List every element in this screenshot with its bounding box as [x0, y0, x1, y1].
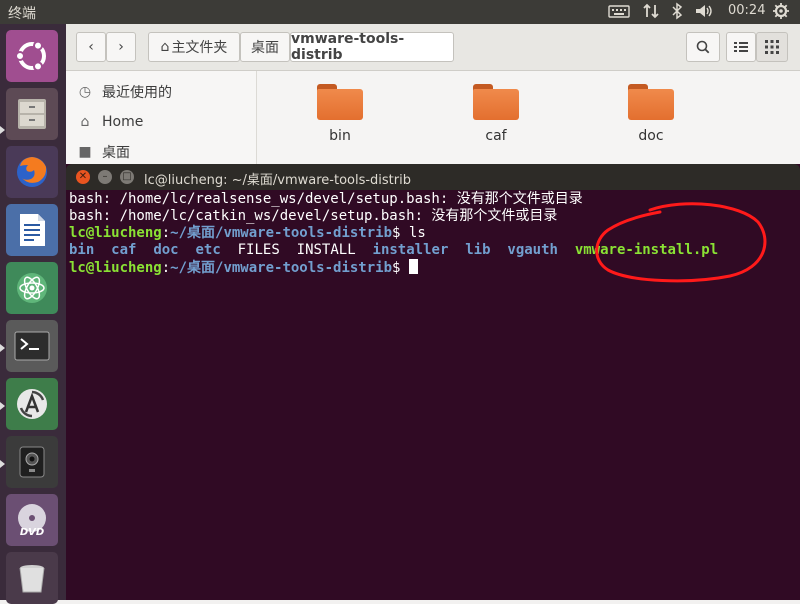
list-view-icon — [734, 42, 748, 52]
prompt-user: lc@liucheng — [69, 225, 162, 241]
terminal-titlebar[interactable]: ✕ – □ lc@liucheng: ~/桌面/vmware-tools-dis… — [66, 164, 800, 190]
forward-button[interactable]: › — [106, 32, 136, 62]
running-indicator — [0, 126, 5, 134]
breadcrumb-desktop[interactable]: 桌面 — [240, 32, 290, 62]
folder-item-caf[interactable]: caf — [451, 84, 541, 144]
maximize-icon: □ — [122, 171, 132, 182]
minimize-button[interactable]: – — [98, 170, 112, 184]
breadcrumb-home[interactable]: ⌂ 主文件夹 — [148, 32, 240, 62]
ls-entry: lib — [465, 242, 491, 258]
folder-item-doc[interactable]: doc — [606, 84, 696, 144]
grid-view-button[interactable] — [756, 32, 788, 62]
clock[interactable]: 00:24 — [728, 3, 765, 18]
ubuntu-logo-icon[interactable] — [6, 30, 58, 82]
running-indicator — [0, 344, 5, 352]
red-circle-annotation — [595, 202, 767, 283]
top-panel: 终端 00:24 — [0, 0, 800, 24]
network-arrows-icon[interactable] — [642, 2, 660, 24]
back-button[interactable]: ‹ — [76, 32, 106, 62]
home-icon: ⌂ — [80, 114, 90, 130]
desktop-folder-icon: ■ — [78, 144, 92, 160]
file-cabinet-icon[interactable] — [6, 88, 58, 140]
folder-icon — [628, 84, 674, 120]
maximize-button[interactable]: □ — [120, 170, 134, 184]
prompt-path: ~/桌面/vmware-tools-distrib — [170, 225, 393, 241]
folder-item-bin[interactable]: bin — [295, 84, 385, 144]
search-icon — [696, 40, 710, 54]
running-indicator — [0, 402, 5, 410]
dvd-icon[interactable]: DVD — [6, 494, 58, 546]
grid-view-icon — [765, 40, 779, 54]
folder-icon — [473, 84, 519, 120]
trash-icon[interactable] — [6, 552, 58, 604]
ls-entry: doc — [153, 242, 179, 258]
ls-entry: caf — [111, 242, 137, 258]
software-updater-icon[interactable] — [6, 378, 58, 430]
breadcrumb-current[interactable]: vmware-tools-distrib — [290, 31, 454, 63]
close-icon: ✕ — [78, 171, 88, 182]
active-app-title: 终端 — [8, 6, 36, 22]
file-manager-toolbar: ‹ › ⌂ 主文件夹 桌面 vmware-tools-distrib — [66, 24, 800, 71]
clock-icon: ◷ — [78, 84, 92, 100]
volume-icon[interactable] — [694, 2, 714, 24]
minimize-icon: – — [102, 171, 108, 182]
ls-entry: FILES — [237, 242, 280, 258]
chevron-left-icon: ‹ — [88, 39, 94, 55]
sidebar-item-home[interactable]: ⌂ Home — [76, 111, 144, 133]
prompt-command: ls — [408, 225, 426, 241]
power-gear-icon[interactable] — [772, 2, 790, 24]
list-view-button[interactable] — [726, 32, 756, 62]
terminal-icon[interactable] — [6, 320, 58, 372]
camera-app-icon[interactable] — [6, 436, 58, 488]
sidebar-item-recent[interactable]: ◷ 最近使用的 — [76, 81, 172, 103]
ls-entry: bin — [69, 242, 95, 258]
ls-entry: installer — [372, 242, 449, 258]
bluetooth-icon[interactable] — [670, 2, 684, 24]
prompt-path: ~/桌面/vmware-tools-distrib — [170, 260, 393, 276]
keyboard-icon[interactable] — [608, 2, 630, 24]
atom-icon[interactable] — [6, 262, 58, 314]
svg-text:DVD: DVD — [20, 527, 44, 538]
sidebar-item-desktop[interactable]: ■ 桌面 — [76, 141, 130, 163]
ls-entry: vgauth — [507, 242, 558, 258]
search-button[interactable] — [686, 32, 720, 62]
terminal-title: lc@liucheng: ~/桌面/vmware-tools-distrib — [144, 173, 411, 188]
folder-icon — [317, 84, 363, 120]
ls-entry: etc — [195, 242, 221, 258]
home-icon: ⌂ — [160, 39, 170, 55]
close-button[interactable]: ✕ — [76, 170, 90, 184]
writer-document-icon[interactable] — [6, 204, 58, 256]
launcher: DVD — [0, 24, 66, 604]
ls-entry: INSTALL — [296, 242, 356, 258]
prompt-user: lc@liucheng — [69, 260, 162, 276]
chevron-right-icon: › — [118, 39, 124, 55]
text-cursor — [408, 259, 418, 274]
running-indicator — [0, 460, 5, 468]
firefox-icon[interactable] — [6, 146, 58, 198]
